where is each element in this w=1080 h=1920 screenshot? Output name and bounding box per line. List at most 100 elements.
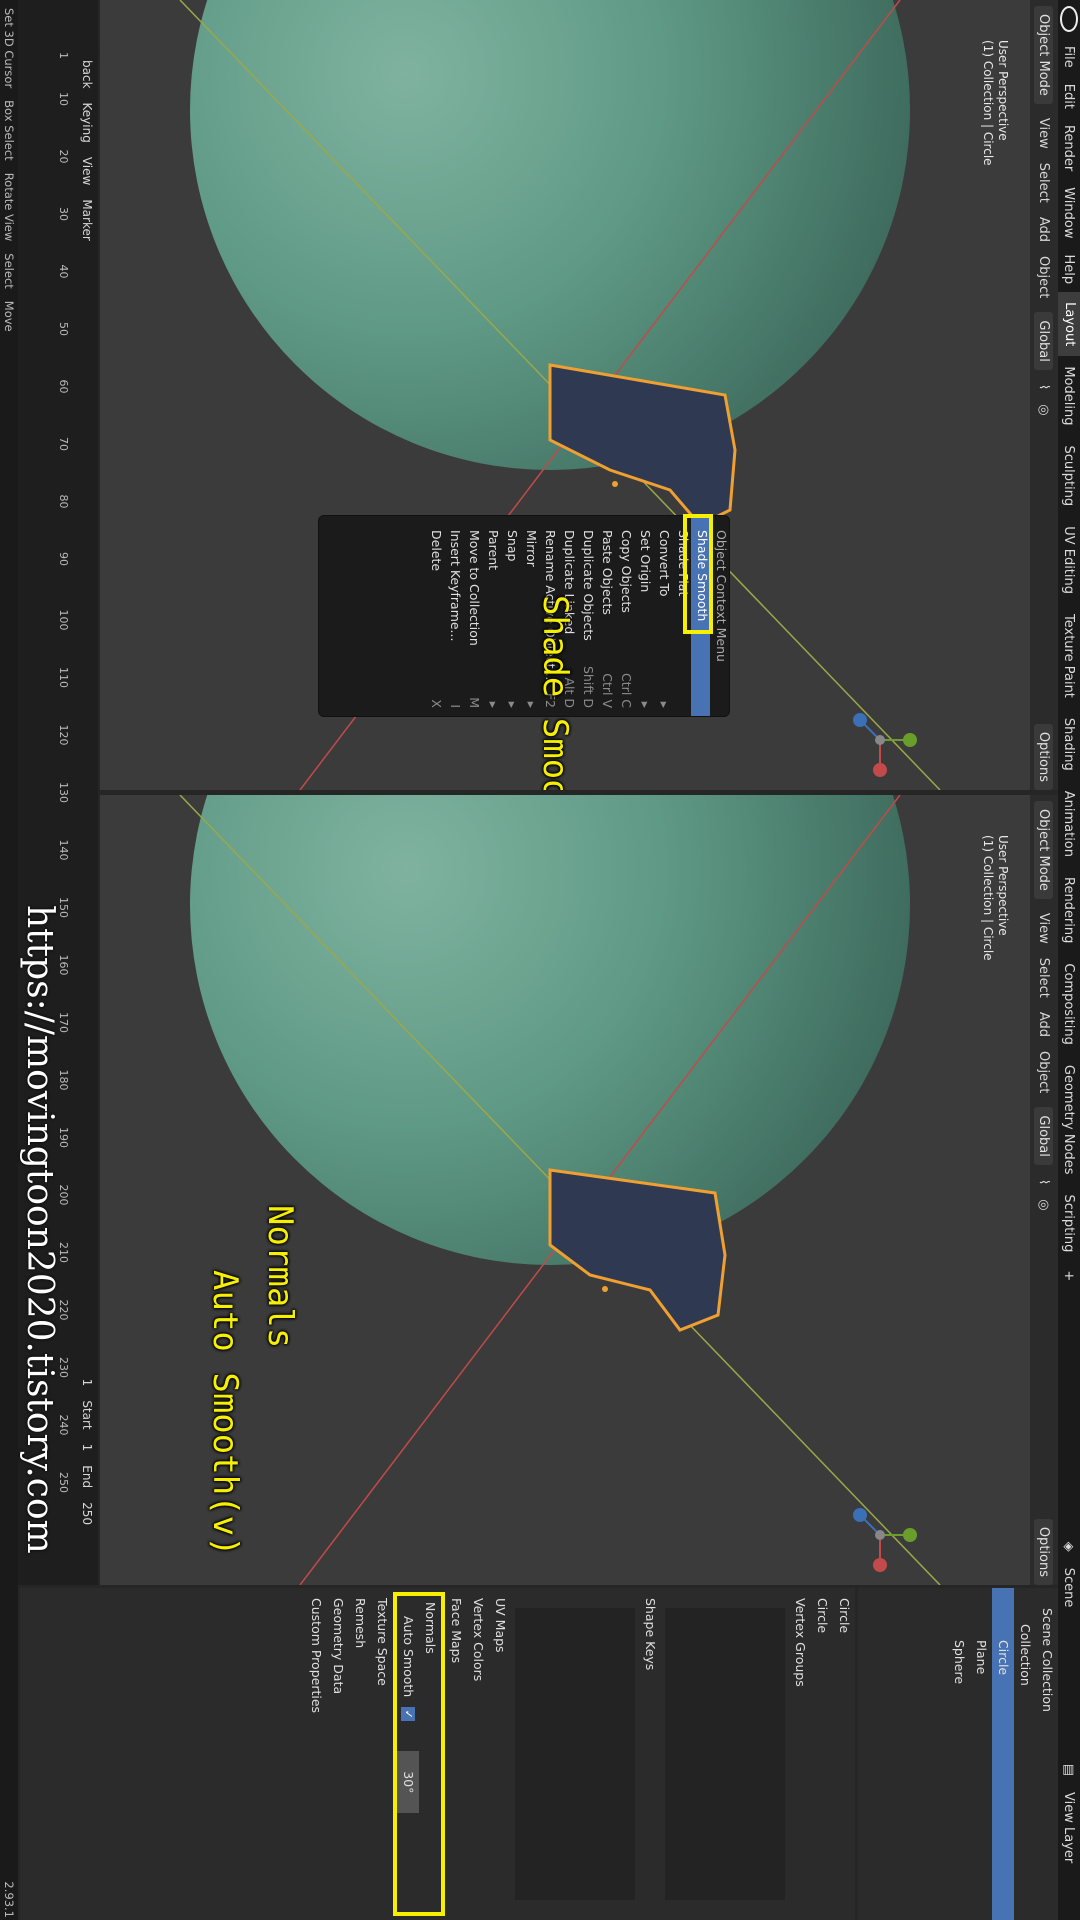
options-button-2[interactable]: Options (1034, 1518, 1054, 1585)
select-menu-2[interactable]: Select (1037, 958, 1052, 998)
object-menu[interactable]: Object (1037, 256, 1052, 298)
tab-compositing[interactable]: Compositing (1062, 953, 1077, 1055)
menu-help[interactable]: Help (1062, 247, 1077, 293)
status-bar: Set 3D Cursor Box Select Rotate View Sel… (0, 0, 18, 1920)
tab-geometry-nodes[interactable]: Geometry Nodes (1062, 1055, 1077, 1185)
status-set-cursor: Set 3D Cursor (2, 8, 16, 89)
snap-icon-2[interactable]: ⌇ (1037, 1179, 1052, 1185)
scene-icon[interactable]: ◈ (1062, 1534, 1077, 1560)
current-frame-field[interactable]: 1 (80, 1379, 94, 1387)
timeline-tick-label: 140 (57, 839, 70, 861)
outliner-collection[interactable]: Collection (1014, 1588, 1036, 1920)
object-menu-2[interactable]: Object (1037, 1051, 1052, 1093)
outliner-item-sphere[interactable]: Sphere (948, 1588, 970, 1920)
object-context-menu: Object Context Menu Shade Smooth Shade F… (318, 514, 730, 717)
collection-path-label-2: (1) Collection | Circle (981, 835, 995, 961)
view-layer-selector[interactable]: View Layer (1062, 1784, 1077, 1920)
timeline-view-menu[interactable]: View (80, 157, 94, 185)
perspective-label: User Perspective (996, 40, 1010, 141)
mode-selector[interactable]: Object Mode (1034, 6, 1054, 104)
start-label: Start (80, 1400, 94, 1430)
normals-highlight-box: Normals Auto Smooth ✓ 30° (393, 1592, 445, 1916)
start-field[interactable]: 1 (80, 1444, 94, 1452)
tab-uv-editing[interactable]: UV Editing (1062, 516, 1077, 604)
timeline-tick-label: 30 (57, 207, 70, 221)
view-menu-2[interactable]: View (1037, 913, 1052, 944)
section-remesh[interactable]: Remesh (349, 1588, 371, 1920)
section-uv-maps[interactable]: UV Maps (489, 1588, 511, 1920)
annotation-auto-smooth: Auto Smooth(v) (205, 1270, 245, 1557)
options-button[interactable]: Options (1034, 723, 1054, 790)
tab-rendering[interactable]: Rendering (1062, 867, 1077, 953)
menu-item-duplicate-objects[interactable]: Duplicate Objects Shift D (577, 516, 596, 716)
viewport-left[interactable]: User Perspective (1) Collection | Circle… (100, 0, 1030, 790)
menu-item-insert-keyframe[interactable]: Insert Keyframe... I (444, 516, 463, 716)
menu-item-set-origin[interactable]: Set Origin ▸ (634, 516, 653, 716)
marker-menu[interactable]: Marker (80, 199, 94, 240)
menu-item-convert-to[interactable]: Convert To ▸ (653, 516, 672, 716)
menu-file[interactable]: File (1062, 38, 1077, 76)
shade-smooth-highlight-box (683, 514, 713, 634)
end-field[interactable]: 250 (80, 1502, 94, 1525)
end-label: End (80, 1465, 94, 1489)
section-vertex-groups[interactable]: Vertex Groups (789, 1588, 811, 1920)
vertex-groups-list[interactable] (665, 1608, 785, 1900)
menu-item-delete[interactable]: Delete X (425, 516, 444, 716)
section-normals[interactable]: Normals (419, 1596, 441, 1912)
shape-keys-list[interactable] (515, 1608, 635, 1900)
timeline-tick-label: 110 (57, 667, 70, 688)
menu-item-copy-objects[interactable]: Copy Objects Ctrl C (615, 516, 634, 716)
menu-window[interactable]: Window (1062, 179, 1077, 246)
transform-orientation-2[interactable]: Global (1034, 1107, 1054, 1165)
playback-menu[interactable]: back (80, 60, 94, 89)
auto-smooth-checkbox[interactable]: ✓ (401, 1707, 415, 1722)
properties-object-name[interactable]: Circle (833, 1588, 855, 1920)
menu-render[interactable]: Render (1062, 117, 1077, 179)
snap-icon[interactable]: ⌇ (1037, 384, 1052, 390)
outliner-scene-collection[interactable]: Scene Collection (1036, 1588, 1058, 1920)
add-menu-2[interactable]: Add (1037, 1012, 1052, 1037)
tab-layout[interactable]: Layout (1058, 292, 1080, 357)
tab-sculpting[interactable]: Sculpting (1062, 435, 1077, 516)
tab-shading[interactable]: Shading (1062, 708, 1077, 781)
properties-mesh-name[interactable]: Circle (811, 1588, 833, 1920)
section-geometry-data[interactable]: Geometry Data (327, 1588, 349, 1920)
status-box-select: Box Select (2, 100, 16, 161)
viewport-header-2: Object Mode View Select Add Object Globa… (1030, 795, 1058, 1585)
mode-selector-2[interactable]: Object Mode (1034, 801, 1054, 899)
section-custom-properties[interactable]: Custom Properties (305, 1588, 327, 1920)
tab-scripting[interactable]: Scripting (1062, 1185, 1077, 1263)
section-vertex-colors[interactable]: Vertex Colors (467, 1588, 489, 1920)
menu-item-move-to-collection[interactable]: Move to Collection M (463, 516, 482, 716)
blender-logo-icon[interactable] (1060, 6, 1078, 32)
annotation-normals: Normals (260, 1205, 300, 1349)
menu-item-snap[interactable]: Snap ▸ (501, 516, 520, 716)
menu-item-parent[interactable]: Parent ▸ (482, 516, 501, 716)
outliner: Scene Collection Collection Circle Plane… (858, 1588, 1058, 1920)
section-face-maps[interactable]: Face Maps (445, 1588, 467, 1920)
proportional-icon-2[interactable]: ◎ (1037, 1199, 1052, 1210)
menu-edit[interactable]: Edit (1062, 76, 1077, 117)
outliner-item-plane[interactable]: Plane (970, 1588, 992, 1920)
scene-selector[interactable]: Scene (1062, 1560, 1077, 1756)
tab-animation[interactable]: Animation (1062, 781, 1077, 867)
proportional-icon[interactable]: ◎ (1037, 404, 1052, 415)
add-workspace-icon[interactable]: + (1062, 1262, 1077, 1289)
tab-texture-paint[interactable]: Texture Paint (1062, 604, 1077, 708)
add-menu[interactable]: Add (1037, 217, 1052, 242)
viewport-right[interactable]: User Perspective (1) Collection | Circle… (100, 795, 1030, 1585)
view-layer-icon[interactable]: ▤ (1062, 1756, 1077, 1784)
select-menu[interactable]: Select (1037, 163, 1052, 203)
version-label: 2.93.1 (2, 1881, 16, 1918)
view-menu[interactable]: View (1037, 118, 1052, 149)
outliner-item-circle[interactable]: Circle (992, 1588, 1014, 1920)
tab-modeling[interactable]: Modeling (1062, 356, 1077, 435)
keying-menu[interactable]: Keying (80, 103, 94, 143)
menu-item-paste-objects[interactable]: Paste Objects Ctrl V (596, 516, 615, 716)
auto-smooth-angle-field[interactable]: 30° (397, 1751, 419, 1814)
transform-orientation[interactable]: Global (1034, 312, 1054, 370)
section-shape-keys[interactable]: Shape Keys (639, 1588, 661, 1920)
section-texture-space[interactable]: Texture Space (371, 1588, 393, 1920)
navigation-gizmo[interactable] (840, 700, 920, 780)
navigation-gizmo-2[interactable] (840, 1495, 920, 1575)
